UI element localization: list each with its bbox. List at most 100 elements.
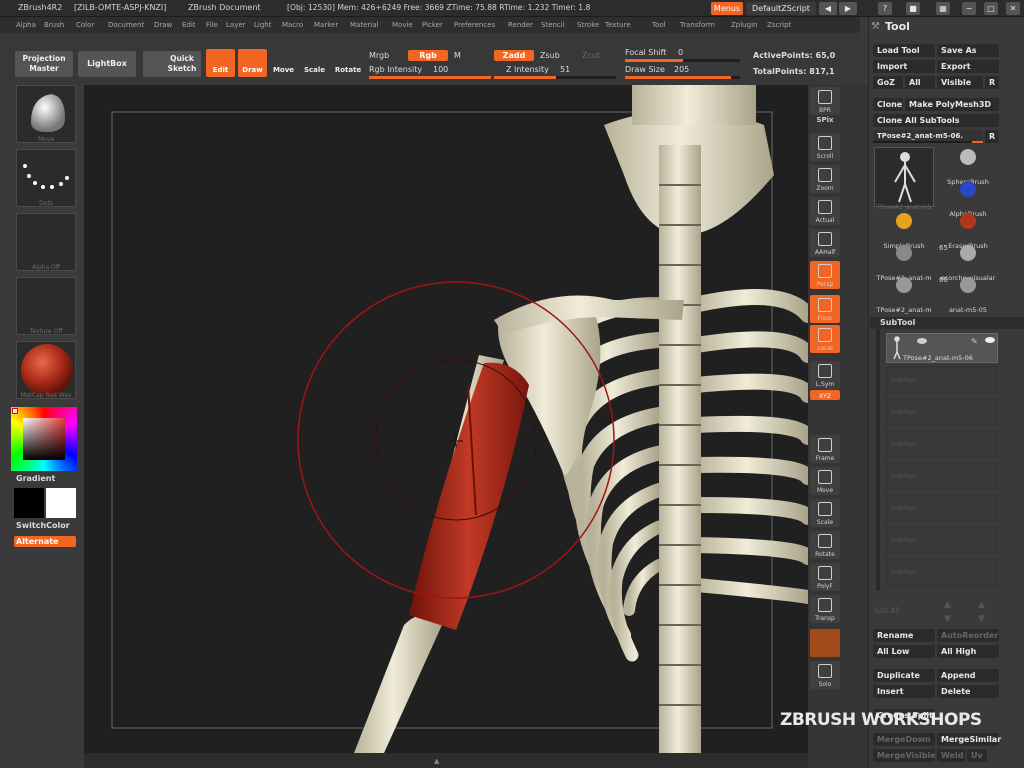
- secondary-color-swatch[interactable]: [14, 488, 44, 518]
- visible-button[interactable]: Visible: [937, 76, 983, 89]
- merge-similar-button[interactable]: MergeSimilar: [937, 733, 1001, 746]
- current-tool-r-button[interactable]: R: [985, 130, 999, 143]
- local-button[interactable]: Local: [810, 325, 840, 353]
- spix-label[interactable]: SPix: [810, 115, 840, 129]
- import-button[interactable]: Import: [873, 60, 935, 73]
- maximize-icon[interactable]: □: [984, 2, 998, 15]
- menu-marker[interactable]: Marker: [314, 17, 338, 33]
- menu-draw[interactable]: Draw: [154, 17, 172, 33]
- menu-material[interactable]: Material: [350, 17, 378, 33]
- all-high-button[interactable]: All High: [937, 645, 999, 658]
- menu-stencil[interactable]: Stencil: [541, 17, 565, 33]
- load-tool-button[interactable]: Load Tool: [873, 44, 935, 57]
- arrow-up-icon[interactable]: ▲: [944, 600, 951, 610]
- uv-button[interactable]: Uv: [967, 749, 987, 762]
- bpr-button[interactable]: BPR: [810, 87, 840, 115]
- menu-tool[interactable]: Tool: [652, 17, 666, 33]
- tool-item-simplebrush[interactable]: SimpleBrush: [873, 211, 935, 250]
- menu-stroke[interactable]: Stroke: [577, 17, 599, 33]
- menu-preferences[interactable]: Preferences: [454, 17, 495, 33]
- lsym-button[interactable]: L.Sym: [810, 361, 840, 389]
- document-canvas[interactable]: [84, 85, 808, 753]
- tool-item-tpose-2-anat-m5[interactable]: TPose#2_anat-m5: [873, 204, 935, 211]
- menu-file[interactable]: File: [206, 17, 218, 33]
- gradient-label[interactable]: Gradient: [16, 474, 55, 483]
- xyz-button[interactable]: XYZ: [810, 390, 840, 400]
- layout-alt-icon[interactable]: ▦: [936, 2, 950, 15]
- menu-document[interactable]: Document: [108, 17, 144, 33]
- aahalf-button[interactable]: AAHalf: [810, 229, 840, 257]
- scroll-button[interactable]: Scroll: [810, 133, 840, 161]
- layout-icon[interactable]: ■: [906, 2, 920, 15]
- append-button[interactable]: Append: [937, 669, 999, 682]
- brush-thumbnail[interactable]: Move: [16, 85, 76, 143]
- subtool-slot[interactable]: SubTool: [886, 526, 998, 554]
- subtool-scrollbar[interactable]: [876, 329, 880, 591]
- arrow-up-alt-icon[interactable]: ▲: [978, 600, 985, 610]
- color-picker[interactable]: [11, 407, 77, 471]
- autoreorder-button[interactable]: AutoReorder: [937, 629, 999, 642]
- rgb-intensity-slider[interactable]: [369, 76, 491, 79]
- tool-item-tpose-1-anat-m[interactable]: TPose#1_anat-m: [873, 243, 935, 282]
- persp-button[interactable]: Persp: [810, 261, 840, 289]
- zcut-button[interactable]: Zcut: [582, 51, 600, 60]
- default-zscript-button[interactable]: DefaultZScript: [746, 2, 816, 15]
- minimize-icon[interactable]: −: [962, 2, 976, 15]
- menu-color[interactable]: Color: [76, 17, 94, 33]
- subtool-slot[interactable]: SubTool: [886, 430, 998, 458]
- zadd-button[interactable]: Zadd: [494, 50, 534, 61]
- tool-item-tpose-2-anat-m[interactable]: TPose#2_anat-m: [873, 275, 935, 314]
- subtool-slot[interactable]: SubTool: [886, 494, 998, 522]
- menu-light[interactable]: Light: [254, 17, 271, 33]
- actual-button[interactable]: Actual: [810, 197, 840, 225]
- menu-layer[interactable]: Layer: [226, 17, 246, 33]
- projection-master-button[interactable]: Projection Master: [15, 51, 73, 77]
- subtool-slot[interactable]: SubTool: [886, 398, 998, 426]
- stroke-thumbnail[interactable]: Dots: [16, 149, 76, 207]
- menu-picker[interactable]: Picker: [422, 17, 443, 33]
- subtool-slot[interactable]: SubTool: [886, 558, 998, 586]
- arrow-down-alt-icon[interactable]: ▼: [978, 614, 985, 624]
- export-button[interactable]: Export: [937, 60, 999, 73]
- transp-button[interactable]: Transp: [810, 595, 840, 623]
- clone-button[interactable]: Clone: [873, 98, 903, 111]
- merge-visible-button[interactable]: MergeVisible: [873, 749, 936, 762]
- goz-r-button[interactable]: R: [985, 76, 999, 89]
- all-low-button[interactable]: All Low: [873, 645, 935, 658]
- list-all-button[interactable]: List All: [875, 606, 900, 615]
- z-intensity-slider[interactable]: [494, 76, 616, 79]
- rename-button[interactable]: Rename: [873, 629, 935, 642]
- polyf-button[interactable]: PolyF: [810, 563, 840, 591]
- menus-button[interactable]: Menus: [711, 2, 743, 15]
- transp-toggle[interactable]: [810, 629, 840, 657]
- menu-brush[interactable]: Brush: [44, 17, 64, 33]
- subtool-active-item[interactable]: ✎ TPose#2_anat-m5-06: [886, 333, 998, 363]
- tool-palette-title[interactable]: Tool: [885, 20, 910, 33]
- rotate-button[interactable]: Rotate: [334, 49, 362, 77]
- rgb-button[interactable]: Rgb: [408, 50, 448, 61]
- menu-movie[interactable]: Movie: [392, 17, 413, 33]
- primary-color-swatch[interactable]: [46, 488, 76, 518]
- m-button[interactable]: M: [454, 51, 461, 60]
- edit-button[interactable]: Edit: [206, 49, 235, 77]
- scale-button[interactable]: Scale: [302, 49, 327, 77]
- tool-thumb-tpose-large[interactable]: [874, 147, 934, 207]
- scale-view-button[interactable]: Scale: [810, 499, 840, 527]
- menu-zplugin[interactable]: Zplugin: [731, 17, 757, 33]
- material-thumbnail[interactable]: MatCap Red Wax: [16, 341, 76, 399]
- rotate-view-button[interactable]: Rotate: [810, 531, 840, 559]
- menu-texture[interactable]: Texture: [605, 17, 631, 33]
- menu-macro[interactable]: Macro: [282, 17, 303, 33]
- tool-item-spherebrush[interactable]: SphereBrush: [937, 147, 999, 186]
- weld-button[interactable]: Weld: [937, 749, 965, 762]
- alpha-thumbnail[interactable]: Alpha Off: [16, 213, 76, 271]
- tool-item-eraserbrush[interactable]: EraserBrush: [937, 211, 999, 250]
- move-button[interactable]: Move: [271, 49, 296, 77]
- switchcolor-button[interactable]: SwitchColor: [16, 521, 70, 530]
- solo-button[interactable]: Solo: [810, 661, 840, 689]
- make-polymesh-button[interactable]: Make PolyMesh3D: [905, 98, 999, 111]
- move-view-button[interactable]: Move: [810, 467, 840, 495]
- quick-sketch-button[interactable]: Quick Sketch: [143, 51, 201, 77]
- draw-size-slider[interactable]: [625, 76, 740, 79]
- texture-thumbnail[interactable]: Texture Off: [16, 277, 76, 335]
